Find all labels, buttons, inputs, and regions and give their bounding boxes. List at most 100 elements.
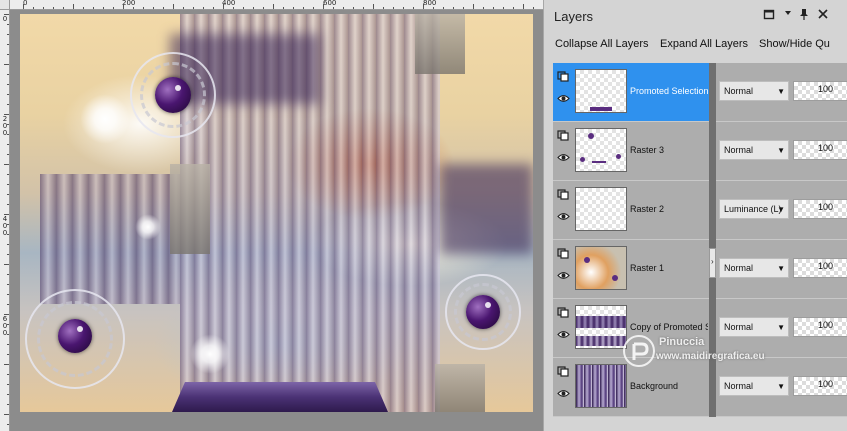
ruler-tick	[7, 74, 9, 75]
ruler-tick	[7, 134, 9, 135]
ruler-tick	[7, 324, 9, 325]
layer-group-link-icon[interactable]	[557, 189, 570, 200]
layer-name-cell[interactable]: Raster 2	[553, 181, 709, 239]
ruler-tick	[223, 4, 224, 9]
eye-icon[interactable]	[557, 152, 570, 163]
layer-name-cell[interactable]: Raster 1	[553, 240, 709, 298]
blend-mode-value: Normal	[724, 86, 754, 96]
ruler-tick	[303, 7, 304, 9]
ruler-tick	[163, 7, 164, 9]
ruler-tick	[173, 4, 174, 9]
ruler-tick	[7, 44, 9, 45]
ruler-tick	[7, 224, 9, 225]
layer-group-link-icon[interactable]	[557, 366, 570, 377]
ruler-tick	[133, 7, 134, 9]
ruler-tick	[483, 7, 484, 9]
watermark: Pinuccia www.maidiregrafica.eu	[614, 330, 844, 380]
layers-toolbar: Collapse All Layers Expand All Layers Sh…	[544, 32, 847, 60]
layer-thumbnail	[575, 246, 627, 290]
eye-icon[interactable]	[557, 211, 570, 222]
ruler-tick	[393, 7, 394, 9]
ruler-tick	[4, 64, 9, 65]
layer-name-cell[interactable]: Raster 3	[553, 122, 709, 180]
ruler-tick	[293, 7, 294, 9]
ruler-h-label: 200	[122, 0, 136, 7]
watermark-url: www.maidiregrafica.eu	[656, 351, 765, 362]
blend-mode-select[interactable]: Normal ▼	[719, 140, 789, 160]
dropdown-arrow-icon: ▼	[777, 87, 785, 96]
layer-group-link-icon[interactable]	[557, 130, 570, 141]
blend-mode-select[interactable]: Luminance (L) ▼	[719, 199, 789, 219]
ruler-tick	[383, 7, 384, 9]
layer-row[interactable]: Raster 2 Luminance (L) ▼ 100	[553, 181, 847, 240]
ruler-tick	[7, 304, 9, 305]
layer-group-link-icon[interactable]	[557, 307, 570, 318]
ruler-tick	[63, 7, 64, 9]
restore-window-icon[interactable]	[762, 8, 776, 22]
layer-group-link-icon[interactable]	[557, 248, 570, 259]
divider-grip-handle[interactable]: ›	[709, 248, 716, 278]
ruler-tick	[153, 7, 154, 9]
watermark-name: Pinuccia	[659, 336, 705, 348]
panel-title: Layers	[554, 9, 594, 24]
opacity-value: 100	[818, 202, 834, 212]
vertical-ruler: 0 200 400 600	[0, 10, 10, 431]
layer-name: Promoted Selection	[630, 86, 708, 96]
ruler-tick	[83, 7, 84, 9]
expand-all-layers-button[interactable]: Expand All Layers	[660, 38, 748, 50]
layer-row[interactable]: Raster 1 Normal ▼ 100	[553, 240, 847, 299]
opacity-field[interactable]: 100	[793, 140, 847, 160]
artwork-tower	[170, 164, 210, 254]
eye-icon[interactable]	[557, 329, 570, 340]
ruler-tick	[4, 264, 9, 265]
show-hide-quick-button[interactable]: Show/Hide Qu	[759, 38, 830, 50]
ruler-tick	[7, 234, 9, 235]
ruler-tick	[203, 7, 204, 9]
artwork-shadow	[440, 164, 533, 254]
ruler-tick	[123, 4, 124, 9]
layer-row[interactable]: Promoted Selection Normal ▼ 100	[553, 63, 847, 122]
artwork-image[interactable]	[20, 14, 533, 412]
light-flare	[135, 214, 161, 240]
collapse-all-layers-button[interactable]: Collapse All Layers	[555, 38, 649, 50]
ruler-tick	[443, 7, 444, 9]
layer-thumbnail	[575, 128, 627, 172]
ruler-tick	[7, 84, 9, 85]
ruler-tick	[7, 204, 9, 205]
opacity-field[interactable]: 100	[793, 258, 847, 278]
ruler-tick	[273, 4, 274, 9]
ruler-tick	[7, 144, 9, 145]
ruler-tick	[243, 7, 244, 9]
purple-orb	[155, 77, 191, 113]
eye-icon[interactable]	[557, 388, 570, 399]
ruler-tick	[7, 384, 9, 385]
blend-mode-select[interactable]: Normal ▼	[719, 258, 789, 278]
ruler-h-label: 600	[323, 0, 337, 7]
ruler-tick	[23, 4, 24, 9]
blend-mode-value: Normal	[724, 263, 754, 273]
ruler-tick	[4, 114, 9, 115]
pin-icon[interactable]	[797, 8, 811, 22]
opacity-field[interactable]: 100	[793, 81, 847, 101]
ruler-tick	[4, 164, 9, 165]
layers-panel-title-bar[interactable]: Layers	[544, 0, 847, 32]
layer-name: Raster 3	[630, 145, 665, 155]
ruler-corner	[0, 0, 10, 10]
blend-mode-select[interactable]: Normal ▼	[719, 81, 789, 101]
ruler-tick	[7, 294, 9, 295]
close-icon[interactable]	[816, 8, 830, 22]
ruler-tick	[233, 7, 234, 9]
layer-row[interactable]: Raster 3 Normal ▼ 100	[553, 122, 847, 181]
opacity-field[interactable]: 100	[793, 199, 847, 219]
eye-icon[interactable]	[557, 93, 570, 104]
layer-name-cell[interactable]: Promoted Selection	[553, 63, 709, 121]
chevron-down-icon[interactable]	[781, 8, 795, 22]
opacity-value: 100	[818, 261, 834, 271]
ruler-tick	[423, 4, 424, 9]
image-canvas-area[interactable]: 0 200 400 600 800 0 200 400 600	[0, 0, 543, 431]
purple-pedestal	[172, 382, 388, 412]
dropdown-arrow-icon: ▼	[777, 146, 785, 155]
eye-icon[interactable]	[557, 270, 570, 281]
layer-group-link-icon[interactable]	[557, 71, 570, 82]
light-flare	[80, 94, 130, 144]
